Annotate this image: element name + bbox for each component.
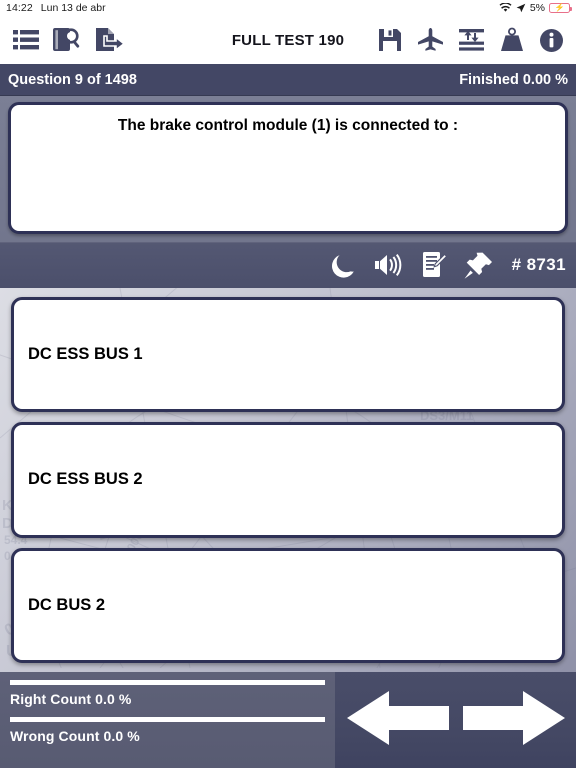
toolbar-left-group (12, 26, 126, 54)
progress-band: Question 9 of 1498 Finished 0.00 % (0, 64, 576, 96)
ios-status-bar: 14:22 Lun 13 de abr 5% ⚡ (0, 0, 576, 16)
app-root: 14:22 Lun 13 de abr 5% ⚡ FULL TEST 190 Q… (0, 0, 576, 768)
right-count-label: Right Count 0.0 % (10, 691, 132, 707)
answer-option-label: DC ESS BUS 1 (28, 345, 143, 364)
airplane-icon[interactable] (417, 27, 444, 53)
footer-bar: Right Count 0.0 % Wrong Count 0.0 % (0, 672, 576, 768)
previous-question-arrow[interactable] (345, 687, 451, 754)
moon-icon[interactable] (330, 251, 358, 279)
book-search-icon[interactable] (52, 26, 82, 54)
battery-percent: 5% (529, 2, 545, 14)
location-arrow-icon (516, 3, 526, 13)
question-text: The brake control module (1) is connecte… (117, 117, 459, 134)
question-area: The brake control module (1) is connecte… (0, 96, 576, 242)
wrong-count-bar (10, 717, 325, 722)
finished-percent-label: Finished 0.00 % (459, 72, 568, 88)
battery-icon: ⚡ (549, 3, 572, 13)
status-date: Lun 13 de abr (40, 2, 106, 14)
question-box: The brake control module (1) is connecte… (8, 102, 568, 234)
wrong-count-label: Wrong Count 0.0 % (10, 728, 140, 744)
navigation-pad (335, 672, 576, 768)
toolbar-right-group (377, 27, 564, 53)
next-question-arrow[interactable] (461, 687, 567, 754)
list-icon[interactable] (12, 27, 40, 53)
note-edit-icon[interactable] (420, 250, 448, 280)
right-count-row: Right Count 0.0 % (10, 680, 325, 717)
question-tools-strip: # 8731 (0, 242, 576, 288)
share-export-icon[interactable] (94, 26, 126, 54)
app-toolbar: FULL TEST 190 (0, 16, 576, 64)
status-time: 14:22 (6, 2, 33, 14)
wifi-icon (499, 3, 512, 13)
answers-list: KBU D23 54.4 04.0 10000 D10 265° 299° 24… (0, 288, 576, 672)
speaker-icon[interactable] (373, 252, 405, 278)
answer-option[interactable]: DC BUS 2 (11, 547, 565, 663)
save-floppy-icon[interactable] (377, 27, 403, 53)
pushpin-icon[interactable] (463, 250, 495, 280)
answer-option[interactable]: DC ESS BUS 1 (11, 297, 565, 413)
question-counter-label: Question 9 of 1498 (8, 72, 137, 88)
info-icon[interactable] (539, 28, 564, 53)
score-counters: Right Count 0.0 % Wrong Count 0.0 % (0, 672, 335, 768)
weight-icon[interactable] (499, 27, 525, 53)
answer-option-label: DC ESS BUS 2 (28, 470, 143, 489)
load-transfer-icon[interactable] (458, 27, 485, 53)
answer-option[interactable]: DC ESS BUS 2 (11, 422, 565, 538)
wrong-count-row: Wrong Count 0.0 % (10, 717, 325, 754)
status-right-group: 5% ⚡ (499, 2, 572, 14)
right-count-bar (10, 680, 325, 685)
question-id: # 8731 (511, 255, 566, 274)
answer-option-label: DC BUS 2 (28, 595, 106, 614)
